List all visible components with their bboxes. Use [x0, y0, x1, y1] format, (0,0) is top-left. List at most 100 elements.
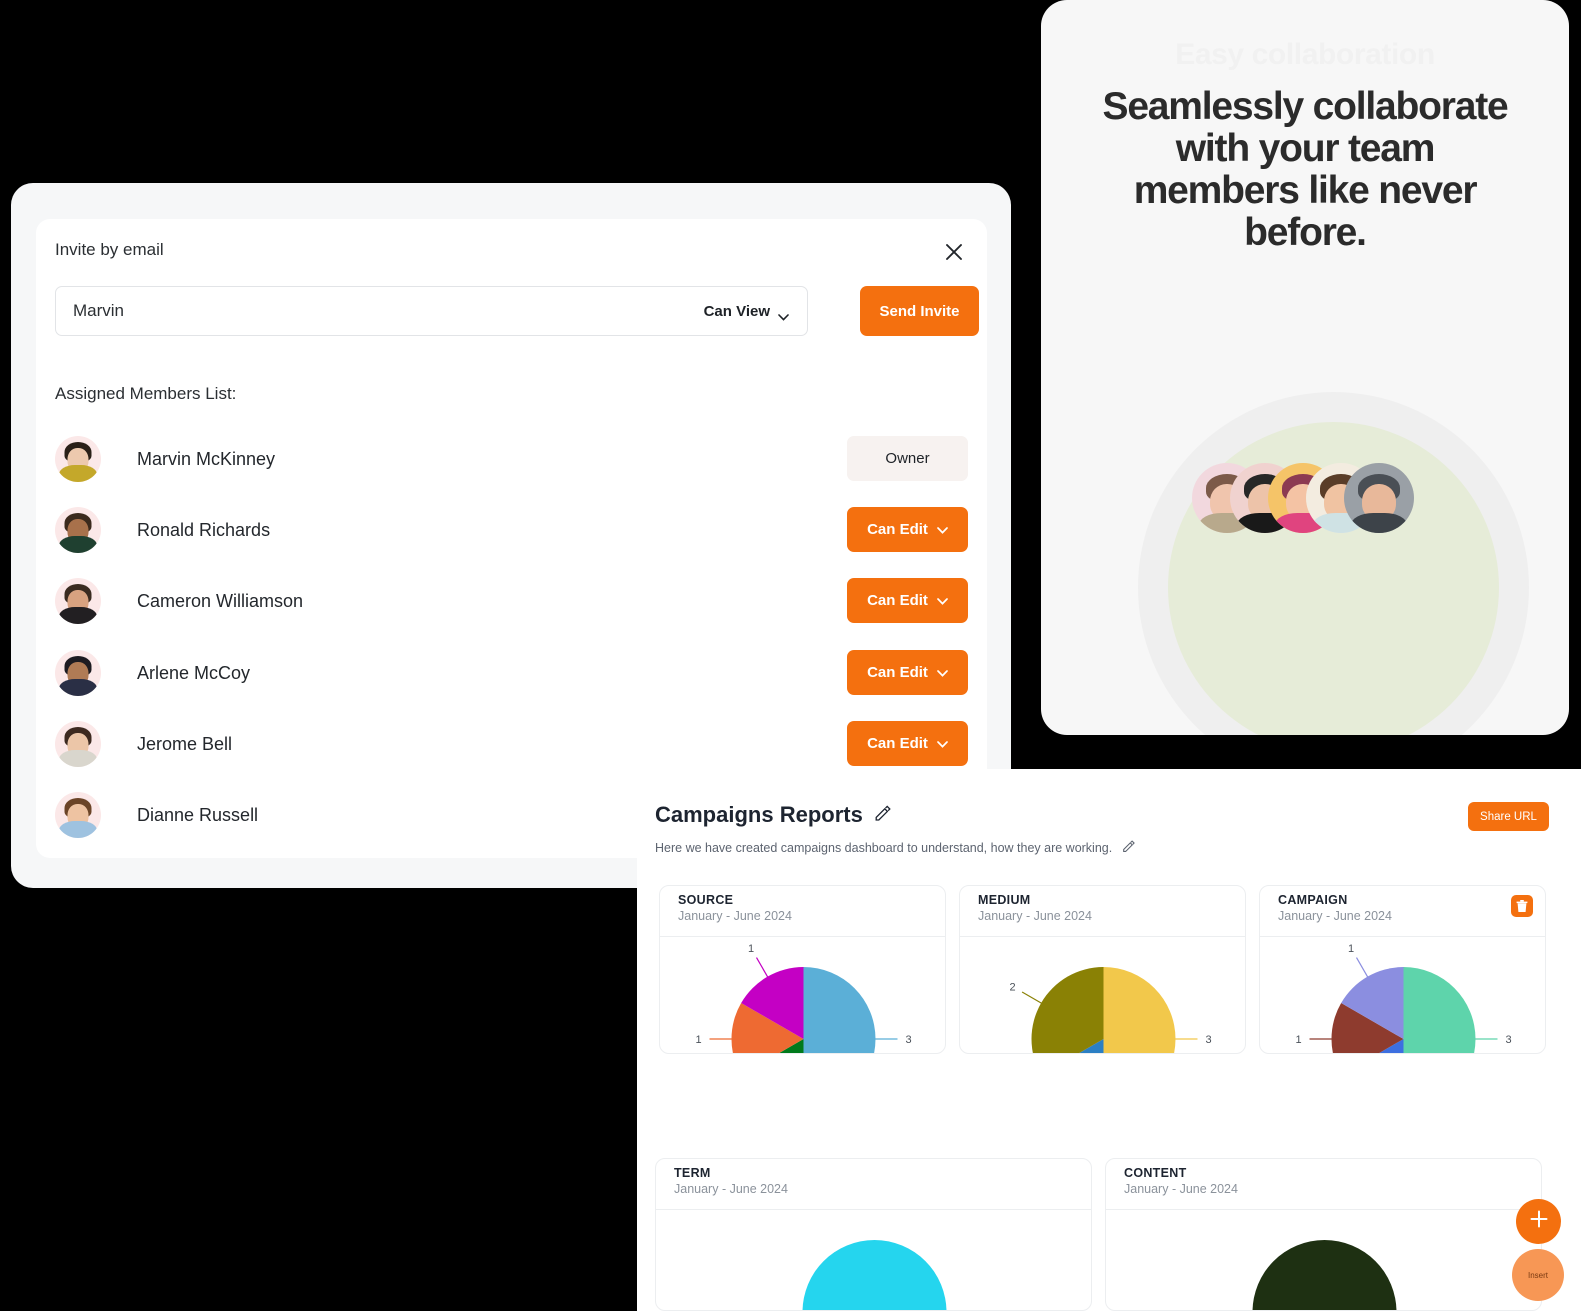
chevron-down-icon	[937, 521, 948, 538]
avatar	[55, 792, 101, 838]
edit-icon[interactable]	[1122, 840, 1136, 856]
svg-text:1: 1	[1295, 1034, 1301, 1046]
role-dropdown[interactable]: Can Edit	[847, 578, 968, 623]
close-icon[interactable]	[941, 239, 967, 265]
member-name: Cameron Williamson	[137, 590, 304, 611]
page-title: Campaigns Reports	[655, 802, 891, 828]
report-card: CONTENT January - June 2024 1	[1105, 1158, 1542, 1311]
pie-chart: 1	[1106, 1210, 1541, 1310]
avatar-body	[59, 679, 97, 696]
team-avatar-cluster	[1192, 463, 1416, 533]
avatar	[55, 507, 101, 553]
avatar-body	[59, 465, 97, 482]
card-header: CONTENT January - June 2024	[1106, 1159, 1541, 1210]
share-url-button[interactable]: Share URL	[1468, 802, 1549, 831]
promo-eyebrow: Easy collaboration	[1175, 38, 1435, 71]
role-dropdown[interactable]: Can Edit	[847, 721, 968, 766]
invite-dialog: Invite by email Can View Send Invite Ass…	[36, 219, 987, 858]
member-name: Marvin McKinney	[137, 448, 276, 469]
svg-text:1: 1	[748, 943, 754, 955]
card-header: SOURCE January - June 2024	[660, 886, 945, 937]
card-header: CAMPAIGN January - June 2024	[1260, 886, 1545, 937]
card-date-range: January - June 2024	[978, 909, 1092, 923]
role-dropdown-label: Can Edit	[867, 735, 928, 752]
report-card: MEDIUM January - June 2024 312article3	[959, 885, 1246, 1054]
page-subtitle: Here we have created campaigns dashboard…	[655, 840, 1136, 856]
add-fab-button[interactable]	[1516, 1199, 1561, 1244]
role-dropdown-label: Can Edit	[867, 664, 928, 681]
page-subtitle-text: Here we have created campaigns dashboard…	[655, 841, 1113, 855]
pie-chart: 3111	[1260, 937, 1545, 1053]
chevron-down-icon	[937, 592, 948, 609]
card-header: MEDIUM January - June 2024	[960, 886, 1245, 937]
avatar-body	[59, 750, 97, 767]
report-card: TERM January - June 2024 1	[655, 1158, 1092, 1311]
card-category: MEDIUM	[978, 893, 1031, 907]
role-dropdown-label: Can Edit	[867, 592, 928, 609]
permission-dropdown-label: Can View	[703, 302, 770, 320]
card-date-range: January - June 2024	[1124, 1182, 1238, 1196]
chevron-down-icon	[937, 664, 948, 681]
member-row: Arlene McCoy Can Edit	[55, 650, 968, 696]
card-date-range: January - June 2024	[1278, 909, 1392, 923]
member-row: Marvin McKinney Owner	[55, 436, 968, 482]
assigned-members-label: Assigned Members List:	[55, 384, 237, 403]
member-row: Cameron Williamson Can Edit	[55, 578, 968, 624]
avatar-body	[59, 607, 97, 624]
role-dropdown[interactable]: Can Edit	[847, 650, 968, 695]
status-badge: Owner	[847, 436, 968, 481]
role-dropdown[interactable]: Can Edit	[847, 507, 968, 552]
avatar	[55, 578, 101, 624]
member-name: Arlene McCoy	[137, 662, 251, 683]
role-dropdown-label: Can Edit	[867, 521, 928, 538]
secondary-fab-button[interactable]: Insert	[1512, 1249, 1564, 1301]
svg-text:2: 2	[1010, 982, 1016, 994]
invite-email-row: Can View Send Invite	[55, 286, 979, 336]
trash-icon[interactable]	[1511, 895, 1533, 917]
card-category: SOURCE	[678, 893, 734, 907]
svg-text:3: 3	[1205, 1034, 1211, 1046]
avatar-body	[59, 536, 97, 553]
email-input[interactable]	[73, 301, 704, 321]
page-title-text: Campaigns Reports	[655, 802, 863, 827]
invite-dialog-title: Invite by email	[55, 240, 164, 259]
collaboration-promo-card: Easy collaboration Seamlessly collaborat…	[1041, 0, 1569, 735]
pie-chart: 3111	[660, 937, 945, 1053]
card-header: TERM January - June 2024	[656, 1159, 1091, 1210]
permission-dropdown[interactable]: Can View	[703, 302, 789, 321]
pie-chart: 312article3	[960, 937, 1245, 1053]
edit-icon[interactable]	[874, 802, 891, 828]
card-category: CAMPAIGN	[1278, 893, 1348, 907]
card-date-range: January - June 2024	[678, 909, 792, 923]
avatar	[55, 436, 101, 482]
report-card: SOURCEJanuary - June 20243111	[659, 885, 946, 1054]
card-date-range: January - June 2024	[674, 1182, 788, 1196]
plus-icon	[1528, 1208, 1550, 1235]
avatar-body	[1351, 513, 1407, 533]
promo-orb-outer	[1138, 392, 1529, 735]
report-card: CAMPAIGNJanuary - June 20243111	[1259, 885, 1546, 1054]
send-invite-button[interactable]: Send Invite	[860, 286, 979, 336]
screenshot-root: Easy collaboration Seamlessly collaborat…	[0, 0, 1581, 1311]
member-name: Dianne Russell	[137, 804, 259, 825]
secondary-fab-label: Insert	[1527, 1270, 1548, 1280]
member-row: Jerome Bell Can Edit	[55, 721, 968, 767]
svg-text:3: 3	[1505, 1034, 1511, 1046]
member-row: Ronald Richards Can Edit	[55, 507, 968, 553]
svg-text:1: 1	[695, 1034, 701, 1046]
card-category: TERM	[674, 1166, 711, 1180]
avatar	[1344, 463, 1414, 533]
pie-chart: 1	[656, 1210, 1091, 1310]
avatar	[55, 721, 101, 767]
chevron-down-icon	[937, 735, 948, 752]
member-name: Ronald Richards	[137, 519, 271, 540]
avatar	[55, 650, 101, 696]
promo-headline: Seamlessly collaborate with your team me…	[1102, 85, 1509, 254]
member-name: Jerome Bell	[137, 733, 233, 754]
svg-text:1: 1	[1348, 943, 1354, 955]
chevron-down-icon	[778, 308, 789, 321]
card-category: CONTENT	[1124, 1166, 1187, 1180]
campaigns-reports-panel: Campaigns Reports Here we have created c…	[637, 769, 1581, 1311]
avatar-body	[59, 821, 97, 838]
invite-email-field[interactable]: Can View	[55, 286, 808, 336]
